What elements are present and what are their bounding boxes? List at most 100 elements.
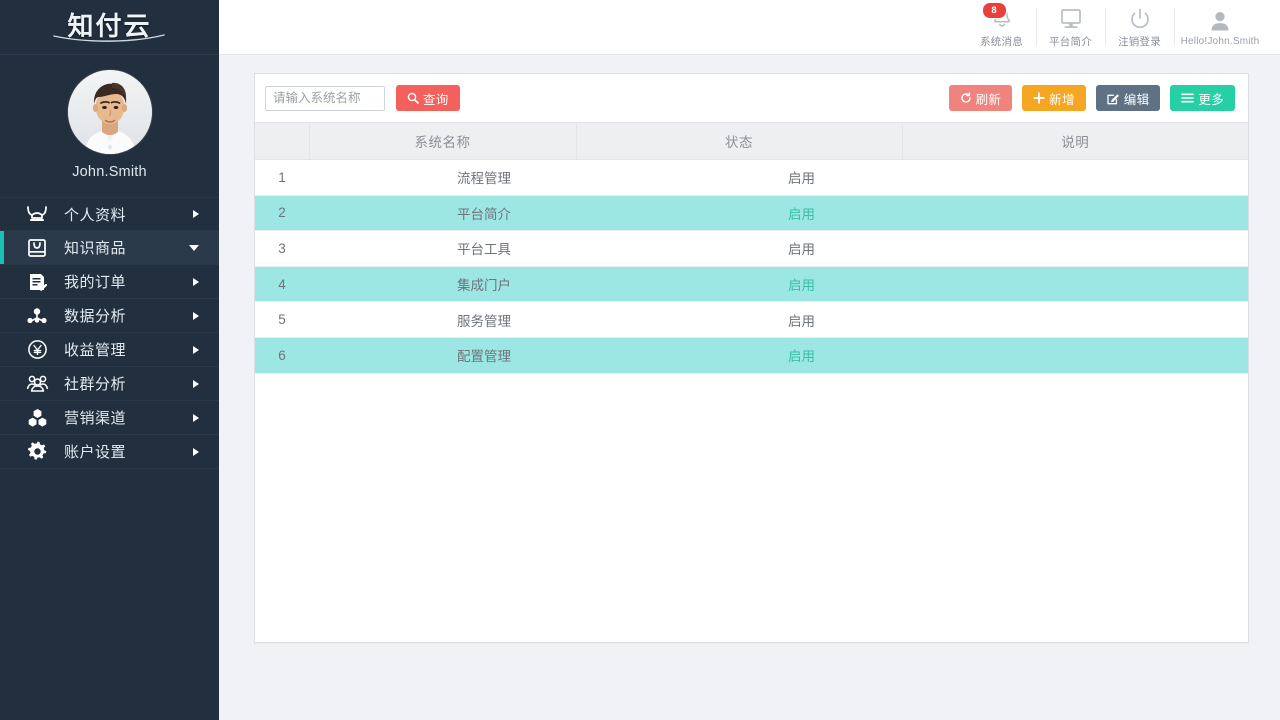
sidebar-item-profile[interactable]: 个人资料	[0, 197, 219, 231]
table-row[interactable]: 3 平台工具 启用	[255, 230, 1248, 267]
system-table: 系统名称 状态 说明 1 流程管理 启用 2 平台简介 启用 3 平台工具 启用…	[255, 122, 1248, 374]
header-action-label: Hello!John.Smith	[1180, 36, 1260, 47]
logo[interactable]: 知付云	[0, 0, 219, 55]
table-row[interactable]: 6 配置管理 启用	[255, 337, 1248, 374]
system-list-card: 查询 刷新	[254, 73, 1249, 643]
cell-status: 启用	[576, 230, 902, 267]
sidebar-item-revenue[interactable]: 收益管理	[0, 333, 219, 367]
cell-system-name: 平台工具	[309, 230, 576, 267]
sidebar-item-label: 我的订单	[64, 274, 127, 291]
sidebar-item-label: 个人资料	[64, 206, 127, 224]
cell-description	[902, 159, 1248, 196]
edit-pencil-icon	[1107, 92, 1120, 105]
bag-icon	[22, 235, 52, 261]
sidebar-item-account-settings[interactable]: 账户设置	[0, 435, 219, 469]
table-body: 1 流程管理 启用 2 平台简介 启用 3 平台工具 启用 4 集成门户 启用 …	[255, 159, 1248, 374]
cell-system-name: 集成门户	[309, 266, 576, 303]
power-icon	[1127, 5, 1153, 31]
cell-description	[902, 266, 1248, 303]
chevron-right-icon	[193, 210, 199, 218]
main-area: 8 系统消息 平台简介 注销登录 Hello!John.Smith 请输入系统名…	[219, 0, 1280, 720]
bell-icon: 8	[981, 2, 1015, 31]
table-row[interactable]: 5 服务管理 启用	[255, 301, 1248, 338]
top-header: 8 系统消息 平台简介 注销登录 Hello!John.Smith	[219, 0, 1280, 55]
header-action-logout[interactable]: 注销登录	[1105, 4, 1174, 50]
content-area: 查询 刷新	[219, 55, 1280, 720]
table-head: 系统名称 状态 说明	[255, 122, 1248, 160]
table-row[interactable]: 2 平台简介 启用	[255, 195, 1248, 232]
chevron-right-icon	[193, 311, 199, 320]
cell-index: 5	[255, 301, 309, 338]
app-root: 知付云 John.Smith 个人资料 知识商品 我的订单 数据分析 收益管理 …	[0, 0, 1280, 720]
add-button-label: 新增	[1049, 92, 1075, 107]
hexagons-icon	[22, 405, 52, 431]
search-input[interactable]	[265, 85, 385, 111]
gear-icon	[22, 439, 52, 465]
cell-status: 启用	[576, 301, 902, 338]
add-button[interactable]: 新增	[1022, 85, 1086, 111]
order-doc-icon	[22, 269, 52, 295]
cell-description	[902, 337, 1248, 374]
monitor-icon	[1058, 5, 1084, 31]
sidebar-item-community[interactable]: 社群分析	[0, 367, 219, 401]
table-col-index	[255, 122, 309, 160]
edit-button-label: 编辑	[1123, 92, 1150, 107]
query-button-label: 查询	[423, 92, 449, 107]
toolbar-right-group: 刷新 新增 编辑 更多	[948, 85, 1235, 111]
chevron-down-icon	[189, 244, 199, 251]
profile-block: John.Smith	[0, 55, 219, 188]
yen-circle-icon	[22, 337, 52, 363]
header-action-system-messages[interactable]: 8 系统消息	[967, 2, 1036, 50]
cell-index: 2	[255, 195, 309, 232]
header-action-platform-intro[interactable]: 平台简介	[1036, 4, 1105, 50]
header-action-label: 系统消息	[980, 36, 1023, 48]
header-action-label: 平台简介	[1049, 36, 1092, 48]
cell-status: 启用	[576, 195, 902, 232]
sidebar-item-data-analysis[interactable]: 数据分析	[0, 299, 219, 333]
avatar[interactable]	[67, 70, 152, 154]
cell-system-name: 流程管理	[309, 159, 576, 196]
header-action-label: 注销登录	[1118, 36, 1161, 48]
edit-button[interactable]: 编辑	[1095, 85, 1161, 111]
sidebar-item-label: 知识商品	[64, 240, 127, 257]
cell-system-name: 平台简介	[309, 195, 576, 232]
sidebar-item-label: 收益管理	[64, 342, 127, 359]
chevron-right-icon	[193, 345, 199, 354]
group-icon	[22, 371, 52, 397]
sidebar-item-label: 数据分析	[64, 308, 127, 325]
logo-text: 知付云	[67, 10, 152, 41]
search-icon	[407, 92, 419, 104]
more-button[interactable]: 更多	[1170, 85, 1235, 111]
cell-index: 6	[255, 337, 309, 374]
refresh-button-label: 刷新	[975, 92, 1002, 107]
table-row[interactable]: 4 集成门户 启用	[255, 266, 1248, 303]
chevron-right-icon	[193, 277, 199, 286]
sidebar: 知付云 John.Smith 个人资料 知识商品 我的订单 数据分析 收益管理 …	[0, 0, 219, 720]
network-icon	[22, 303, 52, 329]
sidebar-item-knowledge-products[interactable]: 知识商品	[0, 231, 219, 265]
cell-index: 4	[255, 266, 309, 303]
header-action-user[interactable]: Hello!John.Smith	[1174, 4, 1266, 50]
sidebar-item-label: 营销渠道	[64, 410, 127, 427]
refresh-button[interactable]: 刷新	[948, 85, 1013, 111]
cell-index: 1	[255, 159, 309, 196]
cell-system-name: 配置管理	[309, 337, 576, 374]
sidebar-item-my-orders[interactable]: 我的订单	[0, 265, 219, 299]
sidebar-nav: 个人资料 知识商品 我的订单 数据分析 收益管理 社群分析 营销渠道 账户设置	[0, 197, 219, 469]
table-header-row: 系统名称 状态 说明	[255, 122, 1248, 160]
sidebar-item-marketing[interactable]: 营销渠道	[0, 401, 219, 435]
cell-description	[902, 230, 1248, 267]
cell-description	[902, 301, 1248, 338]
profile-name: John.Smith	[72, 164, 147, 180]
sidebar-item-label: 社群分析	[64, 376, 127, 393]
chevron-right-icon	[193, 413, 199, 422]
cell-description	[902, 195, 1248, 232]
query-button[interactable]: 查询	[396, 85, 460, 111]
table-row[interactable]: 1 流程管理 启用	[255, 159, 1248, 196]
cell-status: 启用	[576, 337, 902, 374]
chevron-right-icon	[193, 447, 199, 456]
table-col-description: 说明	[901, 122, 1248, 160]
sidebar-item-label: 账户设置	[64, 444, 127, 461]
hamburger-icon	[1181, 92, 1195, 104]
notification-badge: 8	[981, 2, 1007, 19]
